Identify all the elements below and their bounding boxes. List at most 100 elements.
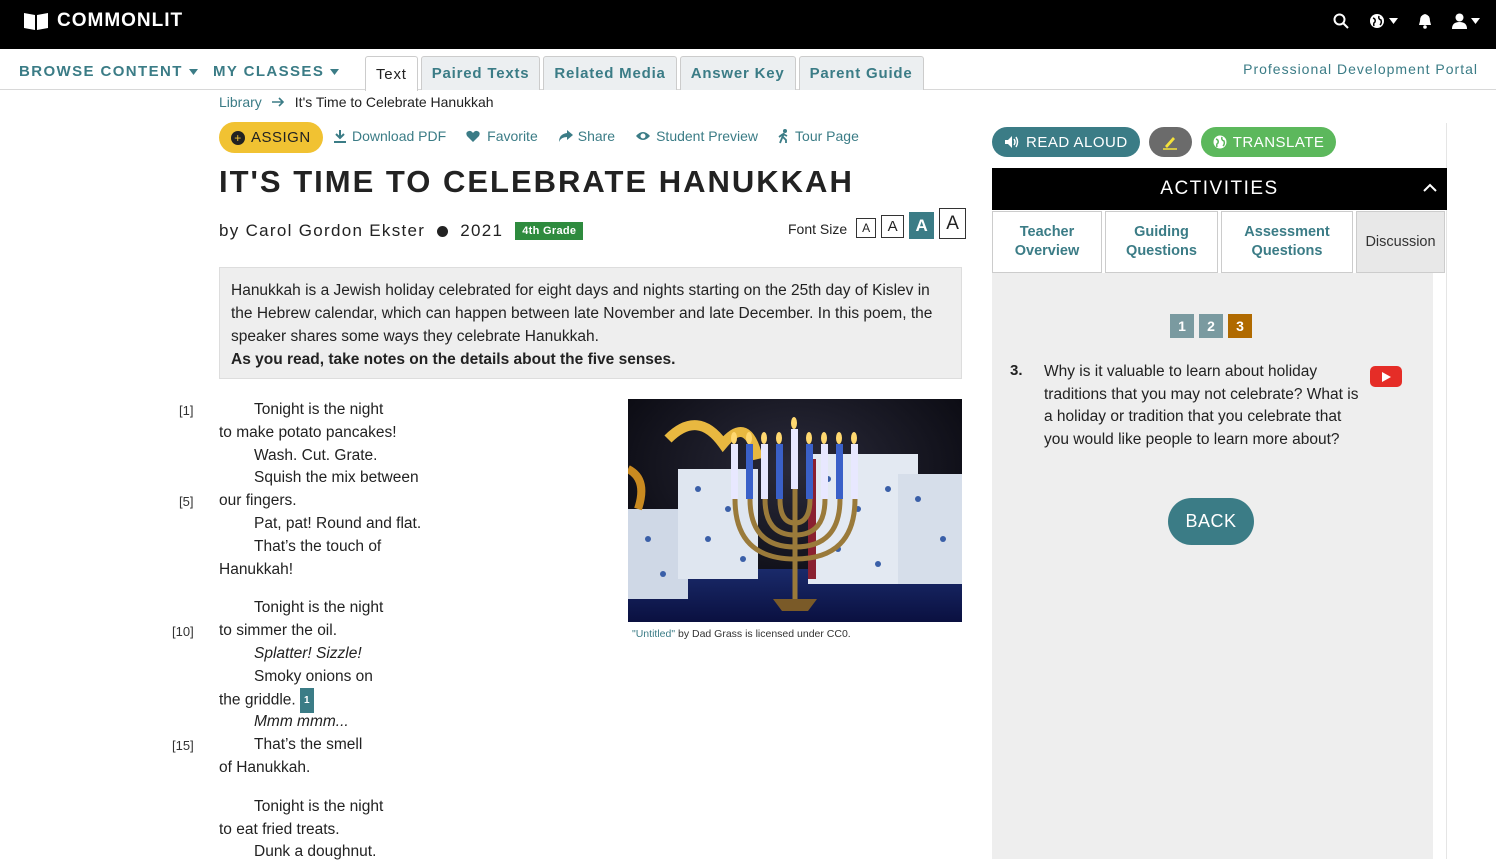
reading-instruction: As you read, take notes on the details a… (231, 351, 676, 368)
breadcrumb-current: It's Time to Celebrate Hanukkah (294, 94, 494, 110)
search-icon[interactable] (1333, 13, 1349, 29)
font-size-large-button[interactable]: A (909, 212, 935, 239)
poem-line: Squish the mix between (254, 469, 419, 486)
download-pdf-link[interactable]: Download PDF (333, 128, 446, 144)
book-icon (24, 13, 48, 30)
font-size-label: Font Size (788, 220, 848, 237)
tour-page-label: Tour Page (795, 128, 859, 144)
read-aloud-button[interactable]: READ ALOUD (992, 127, 1140, 157)
panel-scrollbar[interactable] (1446, 123, 1462, 859)
menorah-photo (628, 399, 962, 622)
tab-paired-texts[interactable]: Paired Texts (420, 56, 541, 90)
tab-answer-key[interactable]: Answer Key (679, 56, 796, 90)
image-license: by Dad Grass is licensed under CC0. (675, 628, 851, 640)
question-page-3[interactable]: 3 (1228, 314, 1252, 338)
activities-title: ACTIVITIES (1160, 178, 1279, 199)
top-bar: COMMONLIT (0, 0, 1496, 49)
poem-line: Tonight is the night (254, 401, 384, 418)
poem-line: to simmer the oil. (219, 622, 338, 639)
poem-line: Pat, pat! Round and flat. (254, 515, 422, 532)
share-label: Share (577, 128, 616, 144)
secondary-nav: BROWSE CONTENT MY CLASSES Text Paired Te… (0, 49, 1496, 91)
tab-parent-guide[interactable]: Parent Guide (798, 56, 924, 90)
tour-page-link[interactable]: Tour Page (778, 128, 859, 144)
tab-teacher-overview[interactable]: Teacher Overview (992, 211, 1102, 273)
globe-icon[interactable] (1369, 13, 1398, 29)
poem-line: our fingers. (219, 492, 297, 509)
highlight-button[interactable] (1148, 127, 1192, 157)
bell-icon[interactable] (1418, 13, 1432, 29)
line-number: [5] (179, 494, 194, 509)
poem-line: the griddle. (219, 691, 296, 709)
translate-button[interactable]: TRANSLATE (1200, 127, 1337, 157)
plus-circle-icon: + (231, 130, 245, 145)
browse-content-menu[interactable]: BROWSE CONTENT (19, 63, 198, 80)
youtube-icon[interactable] (1370, 366, 1402, 387)
line-number: [15] (172, 738, 194, 753)
poem-line: Tonight is the night (254, 798, 384, 815)
activities-header[interactable]: ACTIVITIES (992, 168, 1447, 210)
favorite-link[interactable]: Favorite (466, 128, 538, 144)
line-number: [1] (179, 403, 194, 418)
student-preview-link[interactable]: Student Preview (635, 128, 758, 144)
year: 2021 (460, 221, 504, 240)
grade-badge: 4th Grade (515, 222, 584, 240)
text-title: IT'S TIME TO CELEBRATE HANUKKAH (219, 164, 854, 199)
breadcrumb-library-link[interactable]: Library (219, 94, 262, 110)
share-icon (558, 129, 573, 142)
byline: by Carol Gordon Ekster 2021 4th Grade (219, 221, 584, 241)
question-pagination: 1 2 3 (1170, 314, 1252, 338)
back-button[interactable]: BACK (1168, 498, 1254, 545)
font-size-xlarge-button[interactable]: A (939, 208, 967, 239)
text-actions: Download PDF Favorite Share Student Prev… (333, 128, 859, 144)
image-source-link[interactable]: "Untitled" (632, 628, 675, 640)
tab-assessment-questions[interactable]: Assessment Questions (1221, 211, 1353, 273)
poem-line: to eat fried treats. (219, 821, 340, 838)
browse-content-label: BROWSE CONTENT (19, 63, 183, 80)
download-icon (334, 130, 346, 143)
text-introduction: Hanukkah is a Jewish holiday celebrated … (219, 267, 962, 379)
arrow-right-icon (271, 97, 284, 107)
my-classes-menu[interactable]: MY CLASSES (213, 63, 340, 80)
activities-tabs: Teacher Overview Guiding Questions Asses… (992, 211, 1445, 273)
my-classes-label: MY CLASSES (213, 63, 325, 80)
pd-portal-link[interactable]: Professional Development Portal (1243, 61, 1478, 77)
poem-line: Splatter! Sizzle! (254, 645, 362, 662)
highlighter-icon (1163, 137, 1178, 150)
poem-line: to make potato pancakes! (219, 424, 397, 441)
share-link[interactable]: Share (558, 128, 615, 144)
poem-line: That’s the touch of (254, 538, 382, 555)
image-caption: "Untitled" by Dad Grass is licensed unde… (632, 628, 851, 640)
commonlit-logo[interactable]: COMMONLIT (23, 10, 183, 32)
assign-label: ASSIGN (251, 129, 311, 146)
discussion-panel: 1 2 3 3. Why is it valuable to learn abo… (992, 273, 1433, 859)
question-page-2[interactable]: 2 (1199, 314, 1223, 338)
brand-name: COMMONLIT (57, 10, 184, 31)
globe-icon (1213, 135, 1227, 149)
speaker-icon (1005, 136, 1019, 148)
discussion-question: Why is it valuable to learn about holida… (1044, 363, 1359, 448)
separator-dot (437, 225, 449, 237)
reading-tools: READ ALOUD TRANSLATE (992, 127, 1337, 157)
chevron-down-icon (1471, 18, 1480, 24)
download-pdf-label: Download PDF (352, 128, 447, 144)
translate-label: TRANSLATE (1232, 133, 1325, 151)
user-icon[interactable] (1452, 13, 1480, 29)
tab-related-media[interactable]: Related Media (543, 56, 677, 90)
line-number: [10] (172, 624, 194, 639)
tab-guiding-questions[interactable]: Guiding Questions (1105, 211, 1218, 273)
tab-discussion[interactable]: Discussion (1356, 211, 1445, 273)
assign-button[interactable]: + ASSIGN (219, 122, 323, 153)
eye-icon (636, 132, 651, 140)
student-preview-label: Student Preview (656, 128, 759, 144)
chevron-down-icon (188, 68, 198, 75)
font-size-medium-button[interactable]: A (881, 215, 905, 238)
walk-icon (778, 128, 788, 143)
poem-line: Wash. Cut. Grate. (254, 447, 378, 464)
poem-line: That’s the smell (254, 736, 363, 753)
question-page-1[interactable]: 1 (1170, 314, 1194, 338)
font-size-small-button[interactable]: A (856, 217, 877, 238)
tab-text[interactable]: Text (365, 56, 418, 91)
chevron-up-icon (1423, 183, 1437, 192)
intro-text: Hanukkah is a Jewish holiday celebrated … (231, 282, 933, 345)
